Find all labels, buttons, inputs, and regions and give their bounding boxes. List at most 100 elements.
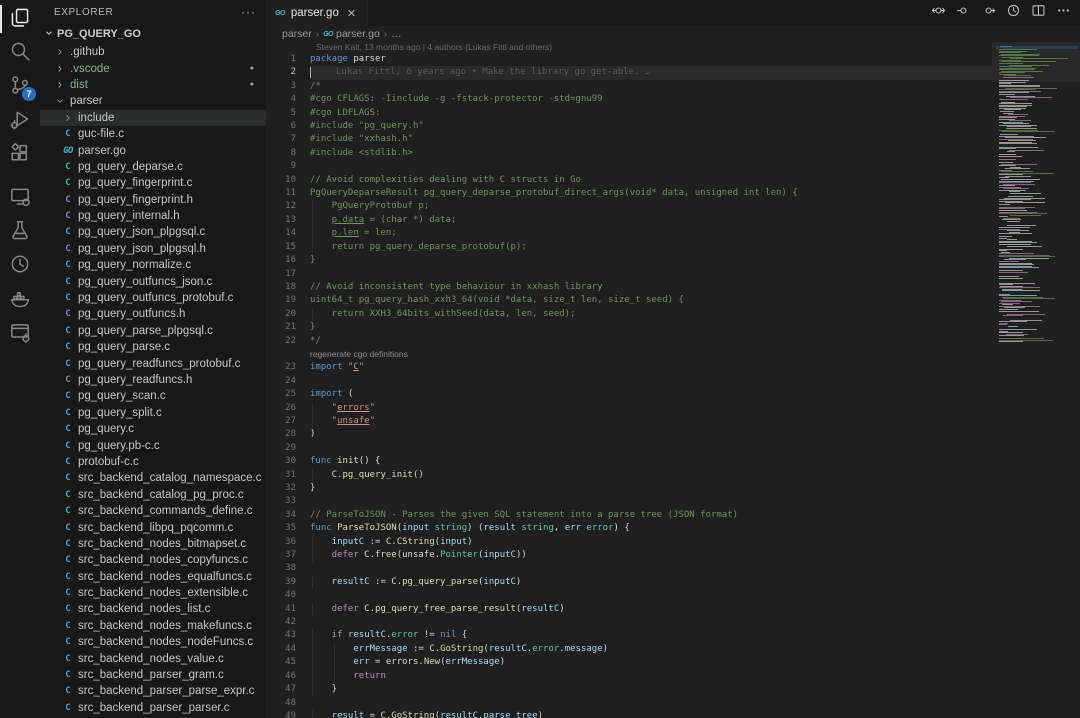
line-number[interactable]: 30: [266, 455, 310, 468]
line-number[interactable]: 6: [266, 120, 310, 133]
line-number[interactable]: 3: [266, 80, 310, 93]
file-src-backend-commands-define-c[interactable]: Csrc_backend_commands_define.c: [40, 503, 266, 519]
activity-testing[interactable]: [0, 215, 40, 249]
file-pg-query-split-c[interactable]: Cpg_query_split.c: [40, 405, 266, 421]
code-line-42[interactable]: 42: [266, 616, 992, 629]
code-line-7[interactable]: 7#include "xxhash.h": [266, 133, 992, 146]
code-line-47[interactable]: 47}: [266, 683, 992, 696]
line-number[interactable]: 41: [266, 603, 310, 616]
code-line-19[interactable]: 19uint64_t pg_query_hash_xxh3_64(void *d…: [266, 294, 992, 307]
line-number[interactable]: 34: [266, 509, 310, 522]
line-number[interactable]: 7: [266, 133, 310, 146]
line-number[interactable]: 49: [266, 710, 310, 718]
code-line-35[interactable]: 35func ParseToJSON(input string) (result…: [266, 522, 992, 535]
file-pg-query-fingerprint-c[interactable]: Cpg_query_fingerprint.c: [40, 175, 266, 191]
code-line-13[interactable]: 13p.data = (char *) data;: [266, 214, 992, 227]
file-pg-query-parse-c[interactable]: Cpg_query_parse.c: [40, 339, 266, 355]
code-line-38[interactable]: 38: [266, 562, 992, 575]
code-line-48[interactable]: 48: [266, 697, 992, 710]
line-number[interactable]: 32: [266, 482, 310, 495]
folder-parser[interactable]: parser: [40, 93, 266, 109]
file-protobuf-c-c[interactable]: Cprotobuf-c.c: [40, 454, 266, 470]
line-number[interactable]: 9: [266, 160, 310, 173]
activity-search[interactable]: [0, 36, 40, 70]
folder--vscode[interactable]: .vscode●: [40, 60, 266, 76]
file-pg-query-c[interactable]: Cpg_query.c: [40, 421, 266, 437]
code-line-43[interactable]: 43if resultC.error != nil {: [266, 629, 992, 642]
code-line-25[interactable]: 25import (: [266, 388, 992, 401]
activity-explorer[interactable]: [0, 2, 40, 36]
line-number[interactable]: 45: [266, 656, 310, 669]
breadcrumb-symbol[interactable]: …: [391, 28, 402, 40]
minimap[interactable]: [992, 42, 1080, 718]
code-line-36[interactable]: 36inputC := C.CString(input): [266, 536, 992, 549]
code-line-1[interactable]: 1package parser: [266, 53, 992, 66]
line-number[interactable]: 5: [266, 107, 310, 120]
code-editor[interactable]: Steven Kalt, 13 months ago | 4 authors (…: [266, 42, 1080, 718]
file-pg-query-readfuncs-h[interactable]: Cpg_query_readfuncs.h: [40, 372, 266, 388]
code-line-20[interactable]: 20return XXH3_64bits_withSeed(data, len,…: [266, 308, 992, 321]
activity-docker[interactable]: [0, 283, 40, 317]
code-line-30[interactable]: 30func init() {: [266, 455, 992, 468]
code-line-18[interactable]: 18// Avoid inconsistent type behaviour i…: [266, 281, 992, 294]
code-line-45[interactable]: 45err = errors.New(errMessage): [266, 656, 992, 669]
code-line-8[interactable]: 8#include <stdlib.h>: [266, 147, 992, 160]
line-number[interactable]: 8: [266, 147, 310, 160]
code-line-22[interactable]: 22*/: [266, 335, 992, 348]
tab-parser-go[interactable]: GO parser.go ✕: [266, 0, 368, 26]
code-line-27[interactable]: 27"unsafe": [266, 415, 992, 428]
file-pg-query-parse-plpgsql-c[interactable]: Cpg_query_parse_plpgsql.c: [40, 323, 266, 339]
next-change-button[interactable]: [979, 4, 997, 22]
code-line-4[interactable]: 4#cgo CFLAGS: -Iinclude -g -fstack-prote…: [266, 93, 992, 106]
code-line-11[interactable]: 11PgQueryDeparseResult pg_query_deparse_…: [266, 187, 992, 200]
code-line-34[interactable]: 34// ParseToJSON - Parses the given SQL …: [266, 509, 992, 522]
line-number[interactable]: 36: [266, 536, 310, 549]
file-src-backend-nodes-value-c[interactable]: Csrc_backend_nodes_value.c: [40, 650, 266, 666]
activity-remote-explorer[interactable]: [0, 181, 40, 215]
line-number[interactable]: 10: [266, 174, 310, 187]
line-number[interactable]: 31: [266, 469, 310, 482]
file-pg-query-deparse-c[interactable]: Cpg_query_deparse.c: [40, 159, 266, 175]
code-line-10[interactable]: 10// Avoid complexities dealing with C s…: [266, 174, 992, 187]
breadcrumb-folder[interactable]: parser: [282, 28, 312, 40]
code-line-44[interactable]: 44errMessage := C.GoString(resultC.error…: [266, 643, 992, 656]
file-pg-query-readfuncs-protobuf-c[interactable]: Cpg_query_readfuncs_protobuf.c: [40, 355, 266, 371]
line-number[interactable]: 39: [266, 576, 310, 589]
code-line-40[interactable]: 40: [266, 589, 992, 602]
previous-change-button[interactable]: [954, 4, 972, 22]
line-number[interactable]: 27: [266, 415, 310, 428]
file-src-backend-nodes-bitmapset-c[interactable]: Csrc_backend_nodes_bitmapset.c: [40, 536, 266, 552]
file-pg-query-pb-c-c[interactable]: Cpg_query.pb-c.c: [40, 437, 266, 453]
code-line-23[interactable]: 23import "C": [266, 361, 992, 374]
code-line-14[interactable]: 14p.len = len;: [266, 227, 992, 240]
code-line-2[interactable]: 2Lukas Fittl, 6 years ago • Make the lib…: [266, 66, 992, 79]
code-line-6[interactable]: 6#include "pg_query.h": [266, 120, 992, 133]
code-line-37[interactable]: 37defer C.free(unsafe.Pointer(inputC)): [266, 549, 992, 562]
file-src-backend-libpq-pqcomm-c[interactable]: Csrc_backend_libpq_pqcomm.c: [40, 519, 266, 535]
line-number[interactable]: 38: [266, 562, 310, 575]
activity-kubernetes[interactable]: [0, 249, 40, 283]
file-pg-query-outfuncs-h[interactable]: Cpg_query_outfuncs.h: [40, 306, 266, 322]
code-line-5[interactable]: 5#cgo LDFLAGS:: [266, 107, 992, 120]
code-line-49[interactable]: 49result = C.GoString(resultC.parse_tree…: [266, 710, 992, 718]
line-number[interactable]: 48: [266, 697, 310, 710]
line-number[interactable]: 21: [266, 321, 310, 334]
file-pg-query-normalize-c[interactable]: Cpg_query_normalize.c: [40, 257, 266, 273]
activity-source-control[interactable]: 7: [0, 70, 40, 104]
code-line-33[interactable]: 33: [266, 495, 992, 508]
line-number[interactable]: 46: [266, 670, 310, 683]
line-number[interactable]: 1: [266, 53, 310, 66]
file-pg-query-fingerprint-h[interactable]: Cpg_query_fingerprint.h: [40, 192, 266, 208]
line-number[interactable]: 12: [266, 200, 310, 213]
code-line-32[interactable]: 32}: [266, 482, 992, 495]
code-line-39[interactable]: 39resultC := C.pg_query_parse(inputC): [266, 576, 992, 589]
file-src-backend-parser-parser-c[interactable]: Csrc_backend_parser_parser.c: [40, 700, 266, 716]
file-pg-query-outfuncs-json-c[interactable]: Cpg_query_outfuncs_json.c: [40, 273, 266, 289]
line-number[interactable]: 15: [266, 241, 310, 254]
line-number[interactable]: 24: [266, 375, 310, 388]
line-number[interactable]: 18: [266, 281, 310, 294]
code-line-21[interactable]: 21}: [266, 321, 992, 334]
workspace-root-folder[interactable]: PG_QUERY_GO: [40, 24, 266, 44]
file-pg-query-internal-h[interactable]: Cpg_query_internal.h: [40, 208, 266, 224]
file-src-backend-catalog-namespace-c[interactable]: Csrc_backend_catalog_namespace.c: [40, 470, 266, 486]
